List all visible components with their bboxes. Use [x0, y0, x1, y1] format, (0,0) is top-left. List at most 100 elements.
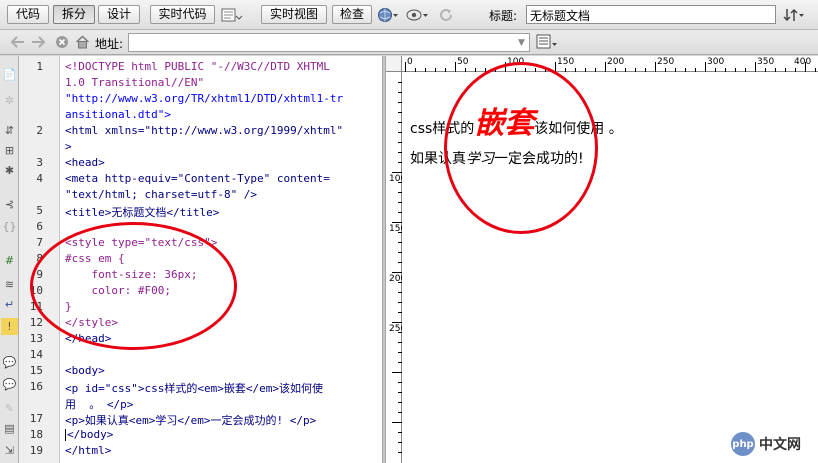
split-view-button[interactable]: 拆分	[53, 5, 95, 24]
inspect-button[interactable]: 检查	[332, 5, 372, 24]
code-line[interactable]: ansitional.dtd">	[65, 108, 171, 121]
open-documents-icon[interactable]: 📄	[1, 66, 18, 83]
paragraph-text: css样式的	[410, 121, 475, 137]
code-line-text: </body>	[67, 428, 114, 441]
browser-navigation-toolbar: 地址: ▼	[0, 30, 818, 55]
ruler-tick-label: 400	[794, 57, 812, 67]
code-line[interactable]: </html>	[65, 444, 111, 457]
code-line[interactable]: <head>	[65, 156, 105, 169]
show-code-navigator-icon[interactable]: ✲	[1, 92, 18, 109]
move-css-icon[interactable]: ⇲	[1, 442, 18, 459]
line-number: 4	[36, 172, 43, 185]
title-input[interactable]: 无标题文档	[526, 5, 776, 24]
vertical-ruler-ticks	[392, 82, 402, 453]
live-code-button[interactable]: 实时代码	[150, 5, 215, 24]
wrap-tag-icon[interactable]: ✎	[1, 400, 18, 417]
highlight-invalid-code-icon[interactable]: ≋	[1, 276, 18, 293]
syntax-error-alerts-icon[interactable]: !	[1, 318, 18, 335]
code-line[interactable]: <html xmlns="http://www.w3.org/1999/xhtm…	[65, 124, 343, 137]
address-label: 地址:	[95, 37, 124, 51]
code-line[interactable]: "text/html; charset=utf-8" />	[65, 188, 257, 201]
code-line[interactable]: <p id="css">css样式的<em>嵌套</em>该如何使	[65, 380, 323, 396]
line-number: 6	[36, 220, 43, 233]
line-number: 12	[29, 316, 43, 329]
line-number: 19	[29, 444, 43, 457]
code-line[interactable]: </style>	[65, 316, 118, 329]
ruler-tick-label: 100	[389, 174, 407, 184]
view-options-icon[interactable]	[536, 33, 558, 51]
line-number: 7	[36, 236, 43, 249]
line-number: 11	[29, 300, 43, 313]
code-editor[interactable]: <!DOCTYPE html PUBLIC "-//W3C//DTD XHTML…	[60, 56, 382, 463]
design-view-button[interactable]: 设计	[98, 5, 140, 24]
emphasis-text: 学习	[466, 151, 494, 167]
emphasis-text: 嵌套	[474, 106, 535, 141]
line-number: 3	[36, 156, 43, 169]
visual-aids-icon[interactable]	[404, 6, 430, 24]
line-number: 16	[29, 380, 43, 393]
document-toolbar: 代码 拆分 设计 实时代码 实时视图 检查 标题: 无标题文档	[0, 0, 818, 30]
word-wrap-icon[interactable]: ↵	[1, 296, 18, 313]
line-number: 14	[29, 348, 43, 361]
line-number: 9	[36, 268, 43, 281]
recent-snippets-icon[interactable]: ▤	[1, 420, 18, 437]
ruler-tick-label: 0	[407, 57, 413, 67]
back-arrow-icon[interactable]	[10, 34, 26, 50]
code-line[interactable]: color: #F00;	[65, 284, 170, 297]
ruler-tick-label: 50	[457, 57, 469, 67]
editor-window: 代码 拆分 设计 实时代码 实时视图 检查 标题: 无标题文档 地址: ▼ 📄 …	[0, 0, 818, 463]
code-line[interactable]: <body>	[65, 364, 105, 377]
home-icon[interactable]	[74, 34, 90, 50]
paragraph-study[interactable]: 如果认真学习一定会成功的!	[410, 148, 584, 168]
paragraph-text: 一定会成功的!	[494, 151, 584, 167]
paragraph-text: 该如何使用 。	[534, 121, 623, 137]
code-line[interactable]: </body>	[65, 428, 113, 441]
forward-arrow-icon[interactable]	[30, 34, 46, 50]
php-logo-icon: php	[731, 432, 755, 456]
address-dropdown-icon[interactable]: ▼	[514, 34, 529, 51]
file-compare-icon[interactable]	[220, 6, 244, 24]
line-number: 8	[36, 252, 43, 265]
code-line[interactable]: }	[65, 300, 72, 313]
code-line[interactable]: >	[65, 140, 72, 153]
paragraph-text: 如果认真	[410, 151, 466, 167]
code-line[interactable]: <!DOCTYPE html PUBLIC "-//W3C//DTD XHTML	[65, 60, 330, 73]
live-view-button[interactable]: 实时视图	[261, 5, 327, 24]
code-line[interactable]: <style type="text/css">	[65, 236, 217, 249]
design-view[interactable]: css样式的嵌套该如何使用 。 如果认真学习一定会成功的!	[402, 72, 818, 463]
code-line[interactable]: <p>如果认真<em>学习</em>一定会成功的! </p>	[65, 412, 316, 428]
paragraph-css[interactable]: css样式的嵌套该如何使用 。	[410, 98, 623, 142]
watermark-text: 中文网	[759, 437, 801, 453]
line-number: 18	[29, 428, 43, 441]
code-line[interactable]: <meta http-equiv="Content-Type" content=	[65, 172, 330, 185]
balance-braces-icon[interactable]: {}	[1, 218, 18, 235]
line-number: 15	[29, 364, 43, 377]
line-number: 17	[29, 412, 43, 425]
file-management-icon[interactable]	[783, 6, 805, 24]
ruler-tick-label: 350	[757, 57, 775, 67]
code-line[interactable]: 1.0 Transitional//EN"	[65, 76, 204, 89]
collapse-tag-icon[interactable]: ⇵	[1, 122, 18, 139]
php-watermark-logo: php 中文网	[731, 432, 801, 456]
collapse-selection-icon[interactable]: ⊞	[1, 142, 18, 159]
code-line[interactable]: "http://www.w3.org/TR/xhtml1/DTD/xhtml1-…	[65, 92, 343, 105]
ruler-tick-label: 300	[707, 57, 725, 67]
refresh-icon[interactable]	[437, 6, 455, 24]
line-numbers-icon[interactable]: #	[1, 252, 18, 269]
globe-preview-icon[interactable]	[376, 6, 400, 24]
remove-comment-icon[interactable]: 💬	[1, 376, 18, 393]
code-line[interactable]: </head>	[65, 332, 111, 345]
code-view-button[interactable]: 代码	[7, 5, 49, 24]
horizontal-ruler: 0 50 100 150 200 250 300 350 400	[386, 56, 818, 72]
code-line[interactable]: 用 。 </p>	[65, 396, 133, 412]
expand-all-icon[interactable]: ✱	[1, 162, 18, 179]
apply-comment-icon[interactable]: 💬	[1, 354, 18, 371]
select-parent-tag-icon[interactable]: ⊰	[1, 196, 18, 213]
ruler-tick-label: 100	[507, 57, 525, 67]
code-line[interactable]: <title>无标题文档</title>	[65, 204, 219, 220]
ruler-corner	[386, 56, 402, 72]
address-input[interactable]	[128, 33, 530, 52]
stop-icon[interactable]	[54, 34, 70, 50]
code-line[interactable]: font-size: 36px;	[65, 268, 197, 281]
code-line[interactable]: #css em {	[65, 252, 125, 265]
